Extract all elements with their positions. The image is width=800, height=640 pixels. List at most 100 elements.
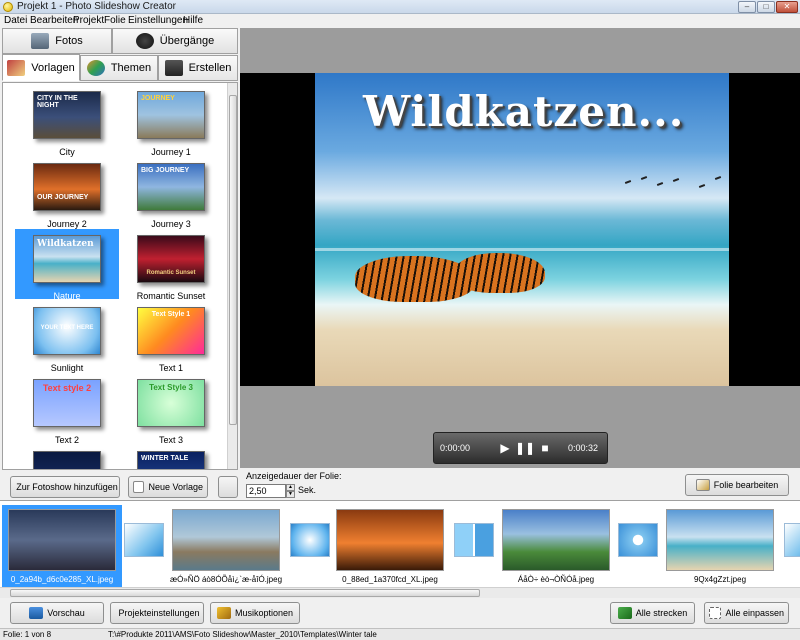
new-document-icon xyxy=(133,481,145,493)
pause-icon[interactable]: ❚❚ xyxy=(515,439,535,457)
wave-line xyxy=(315,248,729,252)
edit-slide-label: Folie bearbeiten xyxy=(713,480,779,490)
template-thumbnail: YOUR TEXT HERE xyxy=(33,307,101,355)
maximize-button[interactable]: □ xyxy=(757,1,775,13)
slide-thumbnail xyxy=(8,509,116,571)
preview-button[interactable]: Vorschau xyxy=(10,602,104,624)
template-label: Text 3 xyxy=(158,435,183,445)
filmstrip-slide[interactable]: ÁåÒ÷ èò¬ÒÑÓå.jpeg xyxy=(496,505,616,587)
template-winter-tale[interactable]: WINTER TALE xyxy=(119,445,223,469)
template-gallery: CITY IN THE NIGHT City JOURNEY Journey 1… xyxy=(2,82,238,470)
template-overlay-text: JOURNEY xyxy=(141,95,175,102)
tab-erstellen[interactable]: Erstellen xyxy=(158,55,238,81)
tab-vorlagen[interactable]: Vorlagen xyxy=(2,54,80,81)
template-journey-3[interactable]: BIG JOURNEY Journey 3 xyxy=(119,157,223,229)
edit-slide-button[interactable]: Folie bearbeiten xyxy=(685,474,789,496)
photos-icon xyxy=(31,33,50,49)
preview-area: Wildkatzen... 0:00:00 ▶ ❚❚ ■ 0:00:32 xyxy=(240,28,800,468)
template-overlay-text: CITY IN THE NIGHT xyxy=(37,95,78,109)
menu-einstellungen[interactable]: Einstellungen xyxy=(128,15,188,26)
slide-duration-row: Anzeigedauer der Folie: 2,50 ▲ ▼ Sek. Fo… xyxy=(240,468,800,500)
preview-label: Vorschau xyxy=(47,608,85,618)
bird-shape xyxy=(640,176,648,180)
template-label: Nature xyxy=(53,291,81,301)
create-icon xyxy=(164,60,183,76)
tab-fotos[interactable]: Fotos xyxy=(2,28,112,54)
template-thumbnail: OUR JOURNEY xyxy=(33,163,101,211)
duration-input[interactable]: 2,50 xyxy=(246,484,286,498)
stretch-all-label: Alle strecken xyxy=(635,608,688,618)
minimize-button[interactable]: – xyxy=(738,1,756,13)
filmstrip-scrollbar[interactable] xyxy=(0,587,800,598)
template-thumbnail: CITY IN THE NIGHT xyxy=(33,91,101,139)
template-journey-1[interactable]: JOURNEY Journey 1 xyxy=(119,85,223,157)
filmstrip-slide[interactable]: 0_88ed_1a370fcd_XL.jpeg xyxy=(330,505,450,587)
menu-projekt[interactable]: Projekt xyxy=(73,15,104,26)
project-settings-button[interactable]: Projekteinstellungen xyxy=(110,602,204,624)
menu-datei[interactable]: Datei xyxy=(4,15,27,26)
stretch-icon xyxy=(617,607,632,619)
tab-uebergaenge-label: Übergänge xyxy=(159,35,215,47)
template-thumbnail: Wildkatzen xyxy=(33,235,101,283)
transition-thumbnail[interactable] xyxy=(784,523,800,557)
new-template-label: Neue Vorlage xyxy=(148,482,203,492)
template-journey-2[interactable]: OUR JOURNEY Journey 2 xyxy=(15,157,119,229)
stretch-all-button[interactable]: Alle strecken xyxy=(610,602,695,624)
add-to-slideshow-button[interactable]: Zur Fotoshow hinzufügen xyxy=(10,476,120,498)
filmstrip-slide[interactable]: æÓ»ÑÖ áò8ÓÕåì¿`æ-åîÓ.jpeg xyxy=(166,505,286,587)
new-template-button[interactable]: Neue Vorlage xyxy=(128,476,208,498)
scrollbar-thumb[interactable] xyxy=(229,95,237,425)
filmstrip-slide[interactable]: 9Qx4gZzt.jpeg xyxy=(660,505,780,587)
transition-thumbnail[interactable] xyxy=(618,523,658,557)
template-city[interactable]: CITY IN THE NIGHT City xyxy=(15,85,119,157)
transition-thumbnail[interactable] xyxy=(290,523,330,557)
template-text-2[interactable]: Text style 2 Text 2 xyxy=(15,373,119,445)
template-overlay-text: Text Style 1 xyxy=(151,311,191,318)
duration-up-button[interactable]: ▲ xyxy=(286,484,295,491)
template-label: Romantic Sunset xyxy=(136,291,206,301)
transition-thumbnail[interactable] xyxy=(454,523,494,557)
fit-all-button[interactable]: Alle einpassen xyxy=(704,602,789,624)
scrollbar-thumb[interactable] xyxy=(10,589,480,597)
slide-thumbnail xyxy=(666,509,774,571)
music-options-button[interactable]: Musikoptionen xyxy=(210,602,300,624)
duration-unit: Sek. xyxy=(298,485,317,495)
tab-uebergaenge[interactable]: Übergänge xyxy=(112,28,238,54)
tiger-shape xyxy=(455,253,545,293)
template-overlay-text: BIG JOURNEY xyxy=(141,167,190,174)
duration-down-button[interactable]: ▼ xyxy=(286,491,295,498)
template-thumbnail: BIG JOURNEY xyxy=(137,163,205,211)
template-label: City xyxy=(59,147,75,157)
tab-themen[interactable]: Themen xyxy=(80,55,158,81)
template-overlay-text: Wildkatzen xyxy=(37,239,94,249)
media-player: 0:00:00 ▶ ❚❚ ■ 0:00:32 xyxy=(433,432,608,464)
menu-bearbeiten[interactable]: Bearbeiten xyxy=(30,15,78,26)
tab-fotos-label: Fotos xyxy=(55,35,83,47)
fit-icon xyxy=(709,607,722,619)
bird-shape xyxy=(698,184,706,188)
template-scrollbar[interactable] xyxy=(227,83,237,469)
template-text-3[interactable]: Text Style 3 Text 3 xyxy=(119,373,223,445)
themes-icon xyxy=(86,60,105,76)
transition-thumbnail[interactable] xyxy=(124,523,164,557)
menu-hilfe[interactable]: Hilfe xyxy=(183,15,203,26)
more-button[interactable] xyxy=(218,476,238,498)
templates-icon xyxy=(7,59,26,76)
close-button[interactable]: ✕ xyxy=(776,1,798,13)
transitions-icon xyxy=(135,33,154,49)
template-text-1[interactable]: Text Style 1 Text 1 xyxy=(119,301,223,373)
template-romantic-sunset[interactable]: Romantic Sunset Romantic Sunset xyxy=(119,229,223,301)
music-icon xyxy=(216,607,231,619)
template-item[interactable] xyxy=(15,445,119,469)
filmstrip-slide[interactable]: 0_2a94b_d6c0e285_XL.jpeg xyxy=(2,505,122,587)
menu-folie[interactable]: Folie xyxy=(104,15,126,26)
fit-all-label: Alle einpassen xyxy=(725,608,784,618)
bird-shape xyxy=(624,180,632,184)
template-overlay-text: Text Style 3 xyxy=(149,383,193,392)
bottom-toolbar: Vorschau Projekteinstellungen Musikoptio… xyxy=(0,598,800,628)
stop-icon[interactable]: ■ xyxy=(536,439,554,457)
app-icon xyxy=(3,2,13,12)
play-icon[interactable]: ▶ xyxy=(496,439,514,457)
template-sunlight[interactable]: YOUR TEXT HERE Sunlight xyxy=(15,301,119,373)
template-nature[interactable]: Wildkatzen Nature xyxy=(15,229,119,301)
